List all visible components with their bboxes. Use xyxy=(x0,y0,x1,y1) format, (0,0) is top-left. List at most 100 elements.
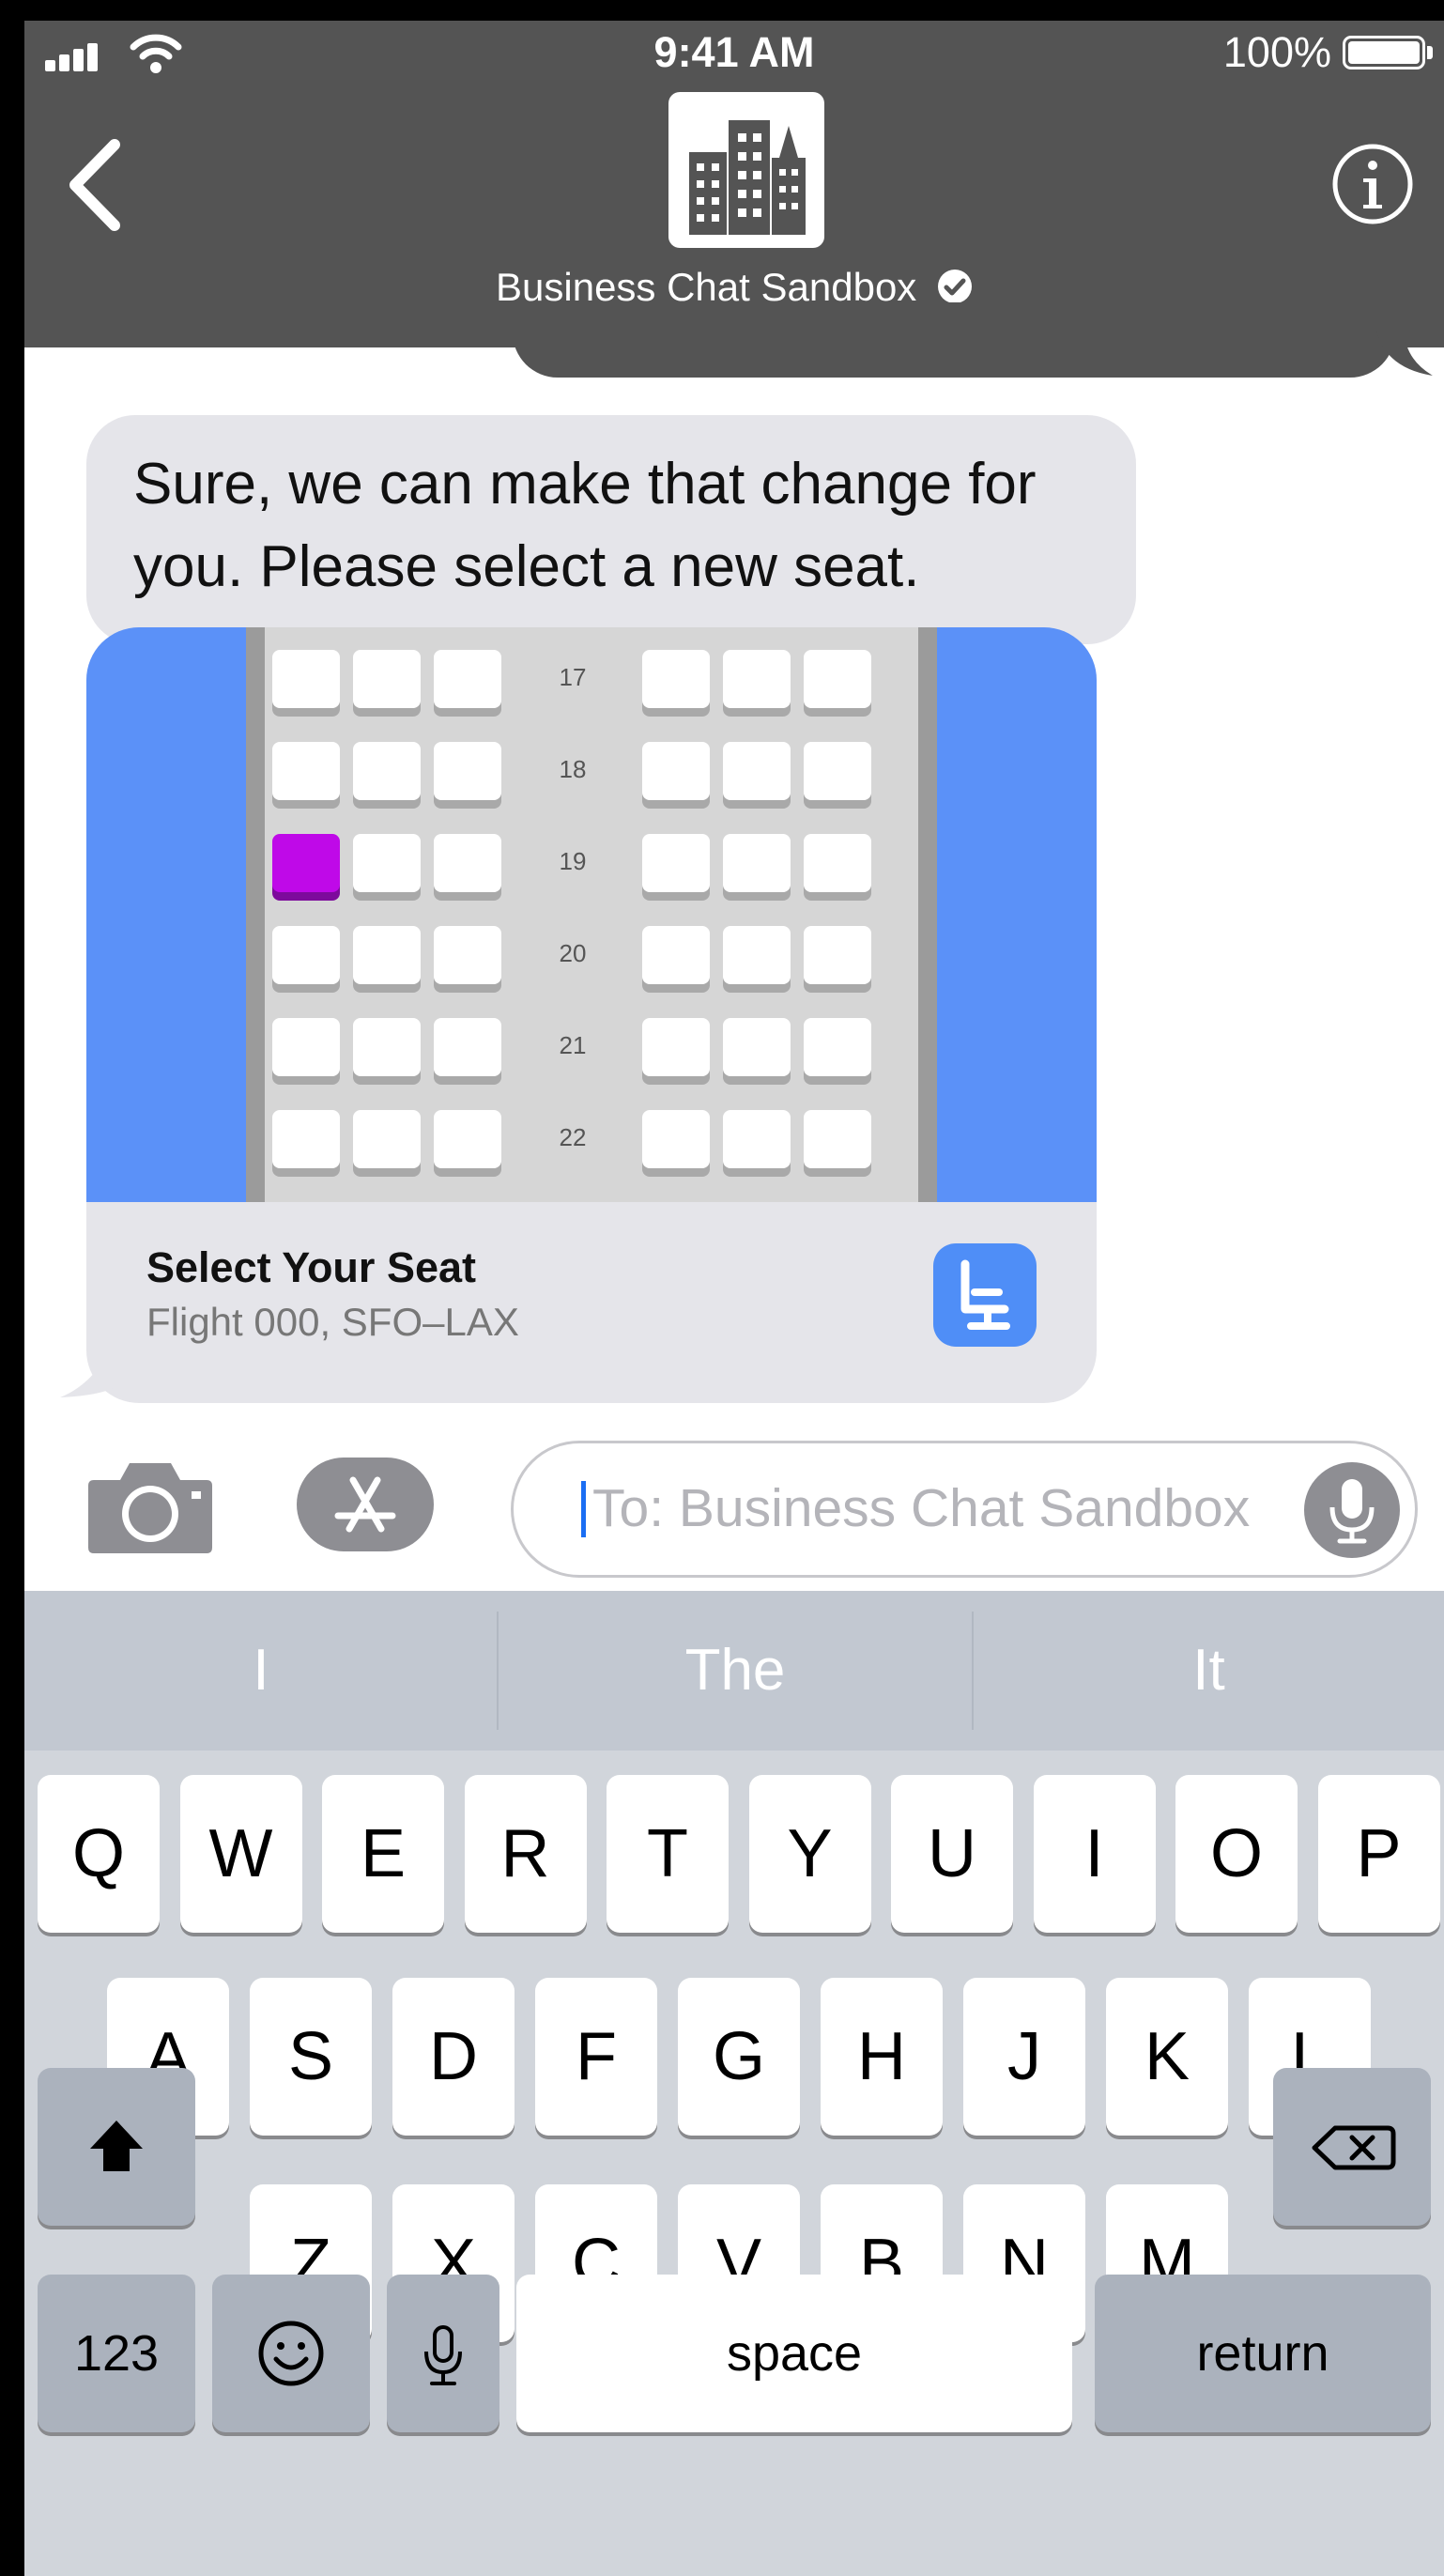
shift-arrow-icon xyxy=(90,2121,143,2171)
seat[interactable] xyxy=(642,926,710,984)
battery-icon xyxy=(1343,36,1425,69)
card-footer[interactable]: Select Your Seat Flight 000, SFO–LAX xyxy=(86,1202,1097,1403)
aircraft-fuselage: 17 18 19 20 21 22 xyxy=(246,627,937,1202)
numbers-key[interactable]: 123 xyxy=(38,2275,195,2432)
row-number: 18 xyxy=(559,755,587,783)
seat-selected[interactable] xyxy=(272,834,340,892)
key-h[interactable]: H xyxy=(821,1978,943,2136)
back-chevron-icon[interactable] xyxy=(62,133,128,237)
seat[interactable] xyxy=(804,742,871,800)
previous-message-bubble xyxy=(513,302,1395,378)
battery-percentage: 100% xyxy=(1222,28,1331,76)
key-q[interactable]: Q xyxy=(38,1775,160,1933)
seat[interactable] xyxy=(804,650,871,708)
seat[interactable] xyxy=(434,1110,501,1168)
airplane-seat-icon xyxy=(960,1259,1010,1330)
dictation-button[interactable] xyxy=(1304,1462,1400,1558)
key-r[interactable]: R xyxy=(464,1775,587,1933)
seat[interactable] xyxy=(353,1110,421,1168)
seat[interactable] xyxy=(353,1018,421,1076)
key-j[interactable]: J xyxy=(963,1978,1085,2136)
app-store-button[interactable] xyxy=(297,1458,434,1551)
key-u[interactable]: U xyxy=(891,1775,1013,1933)
seat[interactable] xyxy=(353,834,421,892)
text-caret xyxy=(581,1481,586,1537)
seat[interactable] xyxy=(353,742,421,800)
seat[interactable] xyxy=(434,926,501,984)
seat[interactable] xyxy=(723,926,791,984)
card-title: Select Your Seat xyxy=(146,1243,476,1291)
message-input[interactable]: To: Business Chat Sandbox xyxy=(511,1441,1418,1578)
seat[interactable] xyxy=(434,742,501,800)
buildings-icon xyxy=(689,120,806,235)
seat[interactable] xyxy=(353,926,421,984)
input-placeholder: To: Business Chat Sandbox xyxy=(592,1478,1251,1538)
header-bar: 9:41 AM 100% Business Chat Sandbox xyxy=(24,21,1444,347)
microphone-icon xyxy=(1329,1479,1375,1544)
seat[interactable] xyxy=(272,926,340,984)
key-f[interactable]: F xyxy=(535,1978,657,2136)
prediction-1[interactable]: I xyxy=(24,1591,498,1751)
dictation-key[interactable] xyxy=(387,2275,499,2432)
seat[interactable] xyxy=(434,834,501,892)
key-d[interactable]: D xyxy=(392,1978,515,2136)
key-p[interactable]: P xyxy=(1317,1775,1440,1933)
key-y[interactable]: Y xyxy=(748,1775,871,1933)
seat[interactable] xyxy=(804,1018,871,1076)
seat[interactable] xyxy=(272,650,340,708)
seat-selection-card[interactable]: 17 18 19 20 21 22 Select Your Seat Flight 000… xyxy=(86,627,1097,1403)
shift-key[interactable] xyxy=(38,2068,195,2226)
seat[interactable] xyxy=(353,650,421,708)
received-message-bubble: Sure, we can make that change for you. P… xyxy=(86,415,1136,644)
seat[interactable] xyxy=(642,1110,710,1168)
seat[interactable] xyxy=(642,834,710,892)
key-o[interactable]: O xyxy=(1175,1775,1298,1933)
seat[interactable] xyxy=(723,1110,791,1168)
key-e[interactable]: E xyxy=(322,1775,444,1933)
seat[interactable] xyxy=(272,1018,340,1076)
seat[interactable] xyxy=(804,1110,871,1168)
info-icon[interactable] xyxy=(1329,141,1416,227)
key-w[interactable]: W xyxy=(179,1775,302,1933)
verified-check-icon xyxy=(937,270,972,303)
key-i[interactable]: I xyxy=(1033,1775,1156,1933)
seat[interactable] xyxy=(272,742,340,800)
backspace-icon xyxy=(1312,2125,1396,2170)
bubble-tail xyxy=(1376,331,1433,376)
return-key[interactable]: return xyxy=(1095,2275,1431,2432)
business-logo[interactable] xyxy=(668,92,824,248)
seat[interactable] xyxy=(723,650,791,708)
row-number: 22 xyxy=(559,1123,587,1151)
seat[interactable] xyxy=(804,834,871,892)
seat[interactable] xyxy=(434,1018,501,1076)
emoji-key[interactable] xyxy=(212,2275,370,2432)
seat-map[interactable]: 17 18 19 20 21 22 xyxy=(86,627,1097,1202)
row-number: 21 xyxy=(559,1031,587,1059)
app-store-icon xyxy=(334,1476,396,1533)
key-t[interactable]: T xyxy=(607,1775,729,1933)
seat[interactable] xyxy=(272,1110,340,1168)
key-k[interactable]: K xyxy=(1106,1978,1228,2136)
message-text: Sure, we can make that change for you. P… xyxy=(133,452,1037,599)
keyboard: I The It QWERTYUIOP ASDFGHJKL ZXCVBNM 12… xyxy=(24,1591,1444,2576)
seat[interactable] xyxy=(723,742,791,800)
card-subtitle: Flight 000, SFO–LAX xyxy=(146,1300,519,1344)
phone-screen: 9:41 AM 100% Business Chat Sandbox Sure,… xyxy=(24,21,1444,2576)
delete-key[interactable] xyxy=(1273,2068,1431,2226)
seat[interactable] xyxy=(642,650,710,708)
seat[interactable] xyxy=(804,926,871,984)
aircraft-cabin: 17 18 19 20 21 22 xyxy=(265,627,918,1202)
prediction-3[interactable]: It xyxy=(974,1591,1444,1751)
prediction-2[interactable]: The xyxy=(499,1591,972,1751)
key-g[interactable]: G xyxy=(678,1978,800,2136)
seat[interactable] xyxy=(723,1018,791,1076)
seat[interactable] xyxy=(434,650,501,708)
seat[interactable] xyxy=(642,742,710,800)
camera-icon[interactable] xyxy=(86,1456,214,1553)
key-s[interactable]: S xyxy=(250,1978,372,2136)
seat[interactable] xyxy=(723,834,791,892)
seat-app-icon[interactable] xyxy=(933,1243,1037,1347)
seat[interactable] xyxy=(642,1018,710,1076)
battery-tip xyxy=(1427,46,1433,59)
space-key[interactable]: space xyxy=(516,2275,1072,2432)
